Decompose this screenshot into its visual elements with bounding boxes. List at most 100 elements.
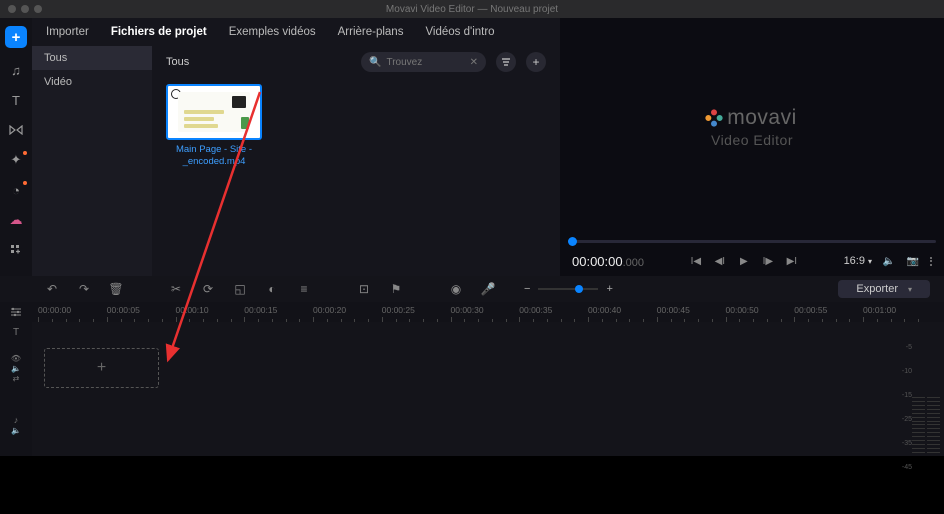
window-titlebar: Movavi Video Editor — Nouveau projet xyxy=(0,0,944,18)
meter-label: -35 xyxy=(902,440,912,447)
timeline-settings-icon[interactable] xyxy=(0,302,32,322)
meter-label: -15 xyxy=(902,392,912,399)
visibility-icon[interactable]: 👁 xyxy=(11,354,21,363)
zoom-slider[interactable] xyxy=(538,288,598,290)
clear-search-icon[interactable]: ✕ xyxy=(470,57,478,68)
category-video[interactable]: Vidéo xyxy=(32,70,152,94)
audio-mute-icon[interactable]: 🔈 xyxy=(11,426,21,435)
effects-icon[interactable]: ✦ xyxy=(8,152,24,168)
timeline-tracks: T 👁 🔈 ⇄ + ♪ 🔈 -5-10-15-25-35-45 xyxy=(0,322,944,456)
movavi-logo-icon xyxy=(704,108,724,128)
crop-button[interactable]: ◱ xyxy=(232,281,248,297)
zoom-out-icon[interactable]: − xyxy=(524,283,530,295)
title-track-header[interactable]: T xyxy=(0,322,32,342)
ruler-label: 00:00:45 xyxy=(657,305,690,315)
seek-bar[interactable] xyxy=(568,240,936,243)
next-frame-button[interactable]: I▶ xyxy=(761,254,775,268)
window-title: Movavi Video Editor — Nouveau projet xyxy=(0,4,944,15)
aspect-ratio-selector[interactable]: 16:9▾ xyxy=(844,255,872,267)
callouts-icon[interactable]: ☁ xyxy=(8,212,24,228)
meter-label: -25 xyxy=(902,416,912,423)
title-track[interactable] xyxy=(32,322,944,342)
undo-button[interactable]: ↶ xyxy=(44,281,60,297)
tab-fichiers-projet[interactable]: Fichiers de projet xyxy=(111,26,207,38)
delete-button[interactable]: 🗑 xyxy=(108,281,124,297)
tab-importer[interactable]: Importer xyxy=(46,26,89,38)
clip-filename: Main Page - Site -_encoded.mp4 xyxy=(166,144,262,169)
search-placeholder: Trouvez xyxy=(386,57,422,68)
video-track[interactable]: + xyxy=(32,342,944,394)
record-audio-button[interactable]: 🎤 xyxy=(480,281,496,297)
mute-icon[interactable]: 🔈 xyxy=(11,364,21,373)
ruler-label: 00:00:00 xyxy=(38,305,71,315)
video-track-header[interactable]: 👁 🔈 ⇄ xyxy=(0,342,32,394)
brand-name: movavi xyxy=(727,106,797,130)
timeline-toolbar: ↶ ↷ 🗑 ✂ ⟳ ◱ ◐ ≡ ⊡ ⚑ ◉ 🎤 − + Exporter▾ xyxy=(0,276,944,302)
audio-track-icon: ♪ xyxy=(14,415,19,425)
play-button[interactable]: ▶ xyxy=(737,254,751,268)
preview-placeholder: movavi Video Editor xyxy=(560,18,944,236)
search-icon: 🔍 xyxy=(369,57,381,68)
media-panel: Importer Fichiers de projet Exemples vid… xyxy=(32,18,560,276)
more-tools-icon[interactable] xyxy=(8,242,24,258)
tab-exemples-videos[interactable]: Exemples vidéos xyxy=(229,26,316,38)
tab-videos-intro[interactable]: Vidéos d'intro xyxy=(425,26,494,38)
ruler-label: 00:00:30 xyxy=(451,305,484,315)
media-tabs: Importer Fichiers de projet Exemples vid… xyxy=(32,18,560,46)
preview-panel: movavi Video Editor 00:00:00.000 I◀ ◀I ▶… xyxy=(560,18,944,276)
split-button[interactable]: ✂ xyxy=(168,281,184,297)
ruler-label: 00:00:40 xyxy=(588,305,621,315)
audio-meter xyxy=(912,394,940,456)
browser-heading: Tous xyxy=(166,56,351,68)
zoom-in-icon[interactable]: + xyxy=(606,283,612,295)
ruler-label: 00:00:10 xyxy=(176,305,209,315)
audio-track-header[interactable]: ♪ 🔈 xyxy=(0,394,32,456)
link-icon[interactable]: ⇄ xyxy=(13,374,20,383)
marker-button[interactable]: ⚑ xyxy=(388,281,404,297)
export-button[interactable]: Exporter▾ xyxy=(838,280,930,298)
rotate-button[interactable]: ⟳ xyxy=(200,281,216,297)
ruler-label: 00:00:35 xyxy=(519,305,552,315)
add-files-button[interactable]: + xyxy=(526,52,546,72)
category-tous[interactable]: Tous xyxy=(32,46,152,70)
search-input[interactable]: 🔍 Trouvez ✕ xyxy=(361,52,486,72)
clip-thumbnail[interactable] xyxy=(166,84,262,140)
playback-controls: 00:00:00.000 I◀ ◀I ▶ I▶ ▶I 16:9▾ 🔈 📷 xyxy=(560,246,944,276)
filter-button[interactable] xyxy=(496,52,516,72)
ruler-label: 00:00:25 xyxy=(382,305,415,315)
stickers-icon[interactable]: ◔ xyxy=(8,182,24,198)
audio-track[interactable]: -5-10-15-25-35-45 xyxy=(32,394,944,456)
titles-icon[interactable]: T xyxy=(8,92,24,108)
meter-label: -45 xyxy=(902,464,912,471)
clip-props-button[interactable]: ≡ xyxy=(296,281,312,297)
prev-frame-button[interactable]: ◀I xyxy=(713,254,727,268)
transition-wizard-button[interactable]: ⊡ xyxy=(356,281,372,297)
ruler-label: 00:00:20 xyxy=(313,305,346,315)
preview-options-icon[interactable] xyxy=(930,257,932,266)
zoom-control[interactable]: − + xyxy=(524,283,613,295)
media-clip[interactable]: Main Page - Site -_encoded.mp4 xyxy=(166,84,262,169)
prev-clip-button[interactable]: I◀ xyxy=(689,254,703,268)
timeline-ruler[interactable]: 00:00:00 00:00:05 00:00:10 00:00:15 00:00:20… xyxy=(32,302,944,322)
next-clip-button[interactable]: ▶I xyxy=(785,254,799,268)
redo-button[interactable]: ↷ xyxy=(76,281,92,297)
ruler-label: 00:00:55 xyxy=(794,305,827,315)
tab-arriere-plans[interactable]: Arrière-plans xyxy=(338,26,404,38)
sidebar: + ♫ T ✦ ◔ ☁ xyxy=(0,18,32,276)
ruler-label: 00:00:05 xyxy=(107,305,140,315)
record-video-button[interactable]: ◉ xyxy=(448,281,464,297)
drop-zone[interactable]: + xyxy=(44,348,159,388)
transitions-icon[interactable] xyxy=(8,122,24,138)
volume-icon[interactable]: 🔈 xyxy=(882,254,896,268)
meter-label: -5 xyxy=(906,344,912,351)
brand-subtitle: Video Editor xyxy=(711,132,793,148)
category-list: Tous Vidéo xyxy=(32,46,152,276)
add-media-button[interactable]: + xyxy=(5,26,27,48)
color-button[interactable]: ◐ xyxy=(264,281,280,297)
snapshot-icon[interactable]: 📷 xyxy=(906,254,920,268)
ruler-label: 00:00:50 xyxy=(726,305,759,315)
ruler-label: 00:00:15 xyxy=(244,305,277,315)
ruler-label: 00:01:00 xyxy=(863,305,896,315)
audio-icon[interactable]: ♫ xyxy=(8,62,24,78)
timecode: 00:00:00.000 xyxy=(572,254,644,269)
